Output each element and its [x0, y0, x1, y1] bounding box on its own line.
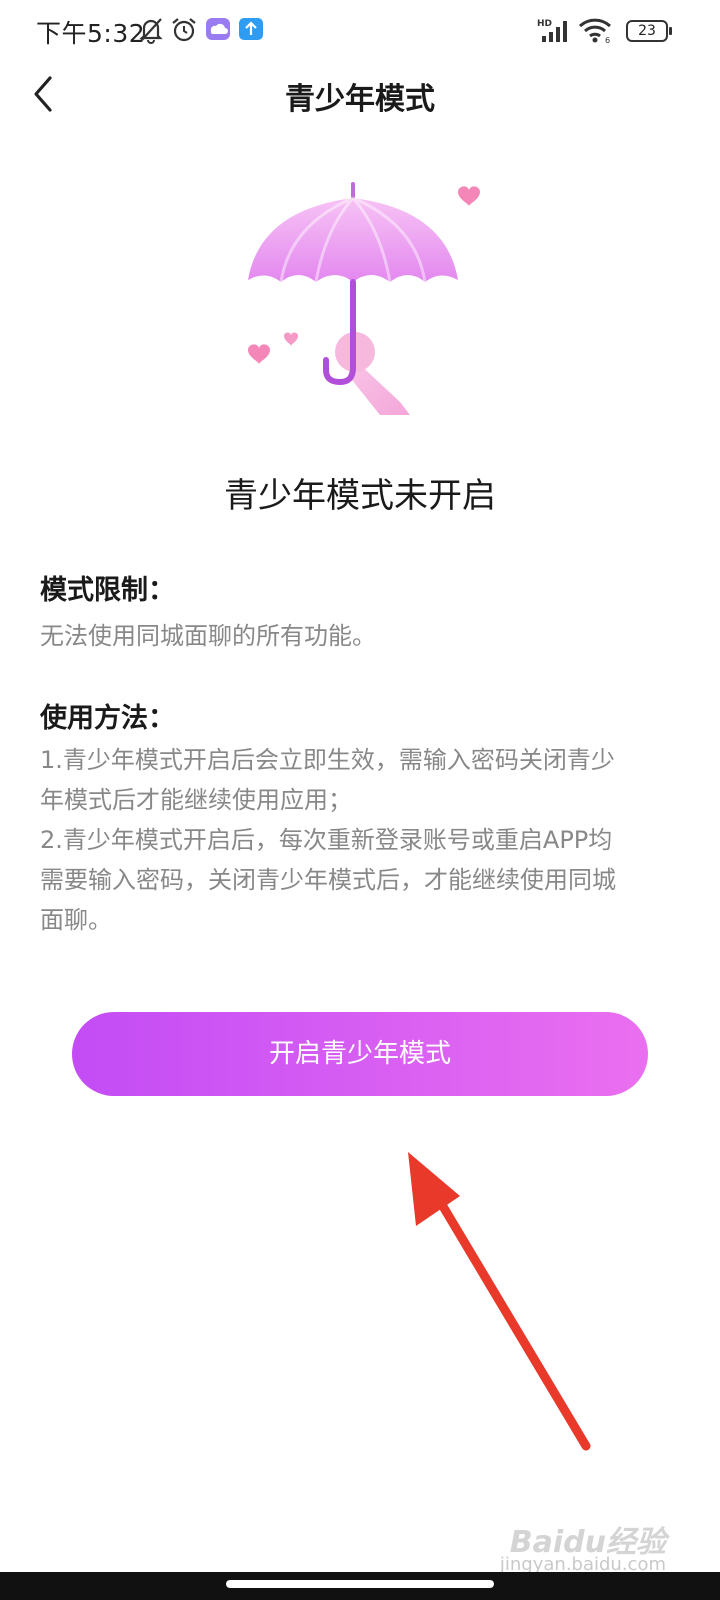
baidu-watermark: Baidu经验 jingyan.baidu.com	[500, 1525, 666, 1576]
annotation-arrow-icon	[408, 1152, 591, 1451]
watermark-brand: Baidu经验	[509, 1525, 666, 1560]
home-indicator[interactable]	[226, 1580, 494, 1588]
